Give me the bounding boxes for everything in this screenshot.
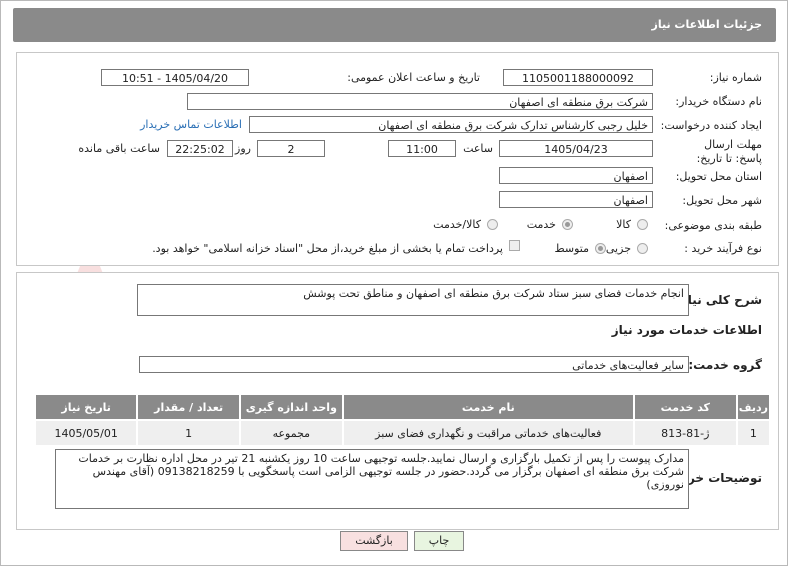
need-number-label: شماره نیاز: bbox=[709, 71, 762, 84]
buyer-notes-field: مدارک پیوست را پس از تکمیل بارگزاری و ار… bbox=[55, 449, 689, 509]
deadline-hour-label: ساعت bbox=[463, 142, 493, 155]
services-table-header: ردیف کد خدمت نام خدمت واحد اندازه گیری ت… bbox=[33, 393, 772, 421]
back-button[interactable]: بازگشت bbox=[340, 531, 408, 551]
province-label: استان محل تحویل: bbox=[675, 170, 762, 183]
process-label: نوع فرآیند خرید : bbox=[684, 242, 762, 255]
cell-service-name: فعالیت‌های خدماتی مراقبت و نگهداری فضای … bbox=[341, 419, 635, 447]
buyer-org-label: نام دستگاه خریدار: bbox=[675, 95, 762, 108]
creator-label: ایجاد کننده درخواست: bbox=[660, 119, 762, 132]
process-radio-minor[interactable] bbox=[637, 243, 648, 254]
page-header: جزئیات اطلاعات نیاز bbox=[13, 8, 776, 42]
col-need-date: تاریخ نیاز bbox=[33, 393, 139, 421]
print-button[interactable]: چاپ bbox=[414, 531, 464, 551]
summary-field: انجام خدمات فضای سبز ستاد شرکت برق منطقه… bbox=[137, 284, 689, 316]
buyer-contact-link[interactable]: اطلاعات تماس خریدار bbox=[140, 118, 242, 131]
page-title: جزئیات اطلاعات نیاز bbox=[651, 18, 763, 31]
treasury-checkbox[interactable] bbox=[509, 240, 520, 251]
deadline-date-field: 1405/04/23 bbox=[499, 140, 653, 157]
deadline-hour-field: 11:00 bbox=[388, 140, 456, 157]
cell-need-date: 1405/05/01 bbox=[33, 419, 139, 447]
remaining-time-field: 22:25:02 bbox=[167, 140, 233, 157]
table-row: 1 ژ-81-813 فعالیت‌های خدماتی مراقبت و نگ… bbox=[33, 419, 772, 447]
buyer-org-field: شرکت برق منطقه ای اصفهان bbox=[187, 93, 653, 110]
category-radio-service[interactable] bbox=[562, 219, 573, 230]
process-option-minor: جزیی bbox=[605, 242, 631, 255]
announce-label: تاریخ و ساعت اعلان عمومی: bbox=[347, 71, 480, 84]
category-option-goods-service: کالا/خدمت bbox=[433, 218, 481, 231]
creator-field: خلیل رجبی کارشناس تدارک شرکت برق منطقه ا… bbox=[249, 116, 653, 133]
announce-datetime-field: 1405/04/20 - 10:51 bbox=[101, 69, 249, 86]
col-service-code: کد خدمت bbox=[632, 393, 738, 421]
col-service-name: نام خدمت bbox=[341, 393, 635, 421]
category-radio-goods-service[interactable] bbox=[487, 219, 498, 230]
category-option-goods: کالا bbox=[616, 218, 631, 231]
remaining-days-field: 2 bbox=[257, 140, 325, 157]
service-group-field: سایر فعالیت‌های خدماتی bbox=[139, 356, 689, 373]
deadline-label: مهلت ارسال پاسخ: تا تاریخ: bbox=[696, 138, 762, 165]
process-radio-medium[interactable] bbox=[595, 243, 606, 254]
cell-service-code: ژ-81-813 bbox=[632, 419, 738, 447]
category-label: طبقه بندی موضوعی: bbox=[664, 219, 762, 232]
process-option-medium: متوسط bbox=[554, 242, 589, 255]
col-row: ردیف bbox=[735, 393, 772, 421]
province-field: اصفهان bbox=[499, 167, 653, 184]
category-radio-goods[interactable] bbox=[637, 219, 648, 230]
city-field: اصفهان bbox=[499, 191, 653, 208]
services-section-title: اطلاعات خدمات مورد نیاز bbox=[611, 323, 762, 337]
details-panel: شماره نیاز: 1105001188000092 تاریخ و ساع… bbox=[16, 52, 779, 266]
service-group-label: گروه خدمت: bbox=[688, 358, 762, 372]
services-table: ردیف کد خدمت نام خدمت واحد اندازه گیری ت… bbox=[33, 393, 772, 447]
category-option-service: خدمت bbox=[526, 218, 556, 231]
cell-unit: مجموعه bbox=[238, 419, 344, 447]
cell-quantity: 1 bbox=[136, 419, 241, 447]
city-label: شهر محل تحویل: bbox=[682, 194, 762, 207]
col-unit: واحد اندازه گیری bbox=[238, 393, 344, 421]
remaining-label: ساعت باقی مانده bbox=[78, 142, 160, 155]
payment-note: پرداخت تمام یا بخشی از مبلغ خرید،از محل … bbox=[152, 242, 503, 255]
cell-row: 1 bbox=[735, 419, 772, 447]
col-quantity: تعداد / مقدار bbox=[136, 393, 241, 421]
need-number-field: 1105001188000092 bbox=[503, 69, 653, 86]
